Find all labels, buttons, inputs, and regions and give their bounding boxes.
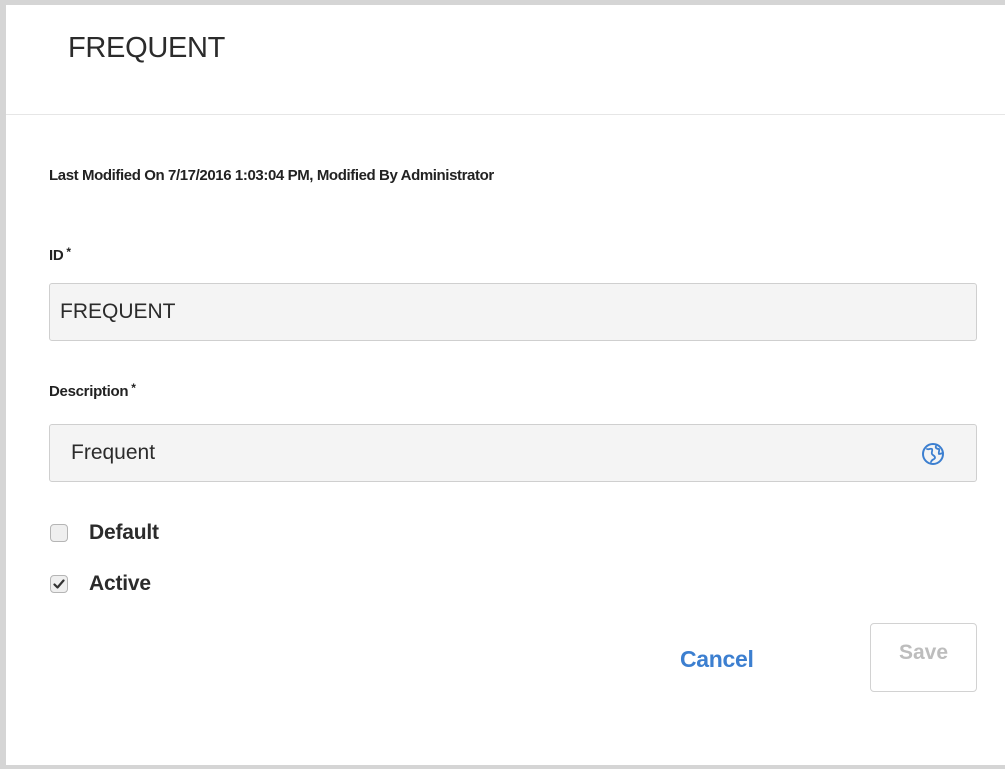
id-label-text: ID [49,247,64,264]
globe-icon[interactable] [920,441,946,467]
description-label-text: Description [49,383,129,400]
id-field[interactable] [49,283,977,341]
checkmark-icon [53,579,65,589]
save-button[interactable]: Save [870,623,977,692]
edit-dialog: FREQUENT Last Modified On 7/17/2016 1:03… [0,0,1005,769]
last-modified-text: Last Modified On 7/17/2016 1:03:04 PM, M… [49,167,494,184]
default-checkbox-row: Default [50,520,159,546]
default-checkbox[interactable] [50,524,68,542]
description-field-label: Description * [49,381,136,400]
active-checkbox-label[interactable]: Active [89,572,151,596]
dialog-title: FREQUENT [68,32,226,64]
active-checkbox[interactable] [50,575,68,593]
required-marker: * [131,381,136,395]
id-field-label: ID * [49,245,71,264]
active-checkbox-row: Active [50,571,151,597]
required-marker: * [66,245,71,259]
cancel-button[interactable]: Cancel [680,646,754,673]
dialog-header: FREQUENT [6,5,1005,115]
description-field[interactable] [49,424,977,482]
default-checkbox-label[interactable]: Default [89,521,159,545]
